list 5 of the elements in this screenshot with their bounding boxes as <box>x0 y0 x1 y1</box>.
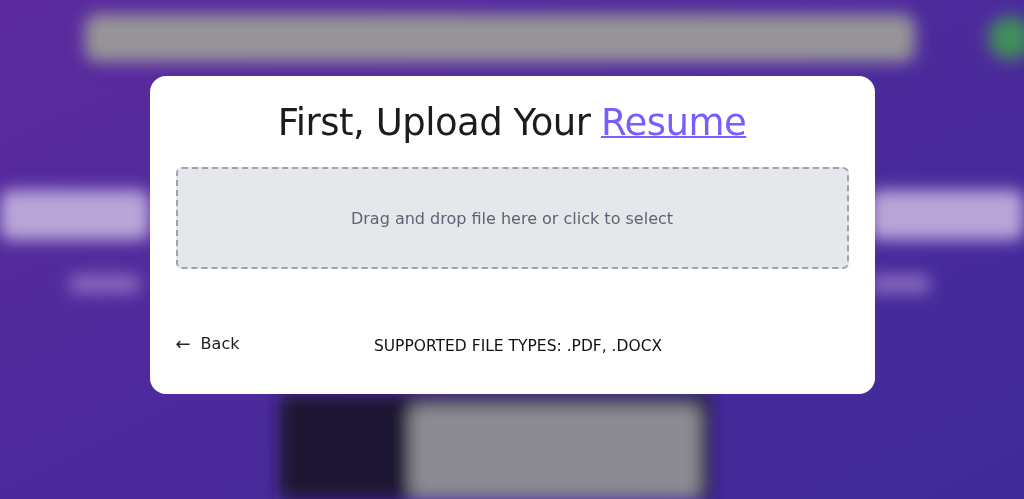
file-dropzone[interactable]: Drag and drop file here or click to select <box>175 167 849 269</box>
resume-link[interactable]: Resume <box>600 101 747 144</box>
supported-types-text: SUPPORTED FILE TYPES: .PDF, .DOCX <box>373 337 663 355</box>
back-button[interactable]: ← Back <box>175 333 240 354</box>
dialog-title: First, Upload Your <box>277 101 591 144</box>
